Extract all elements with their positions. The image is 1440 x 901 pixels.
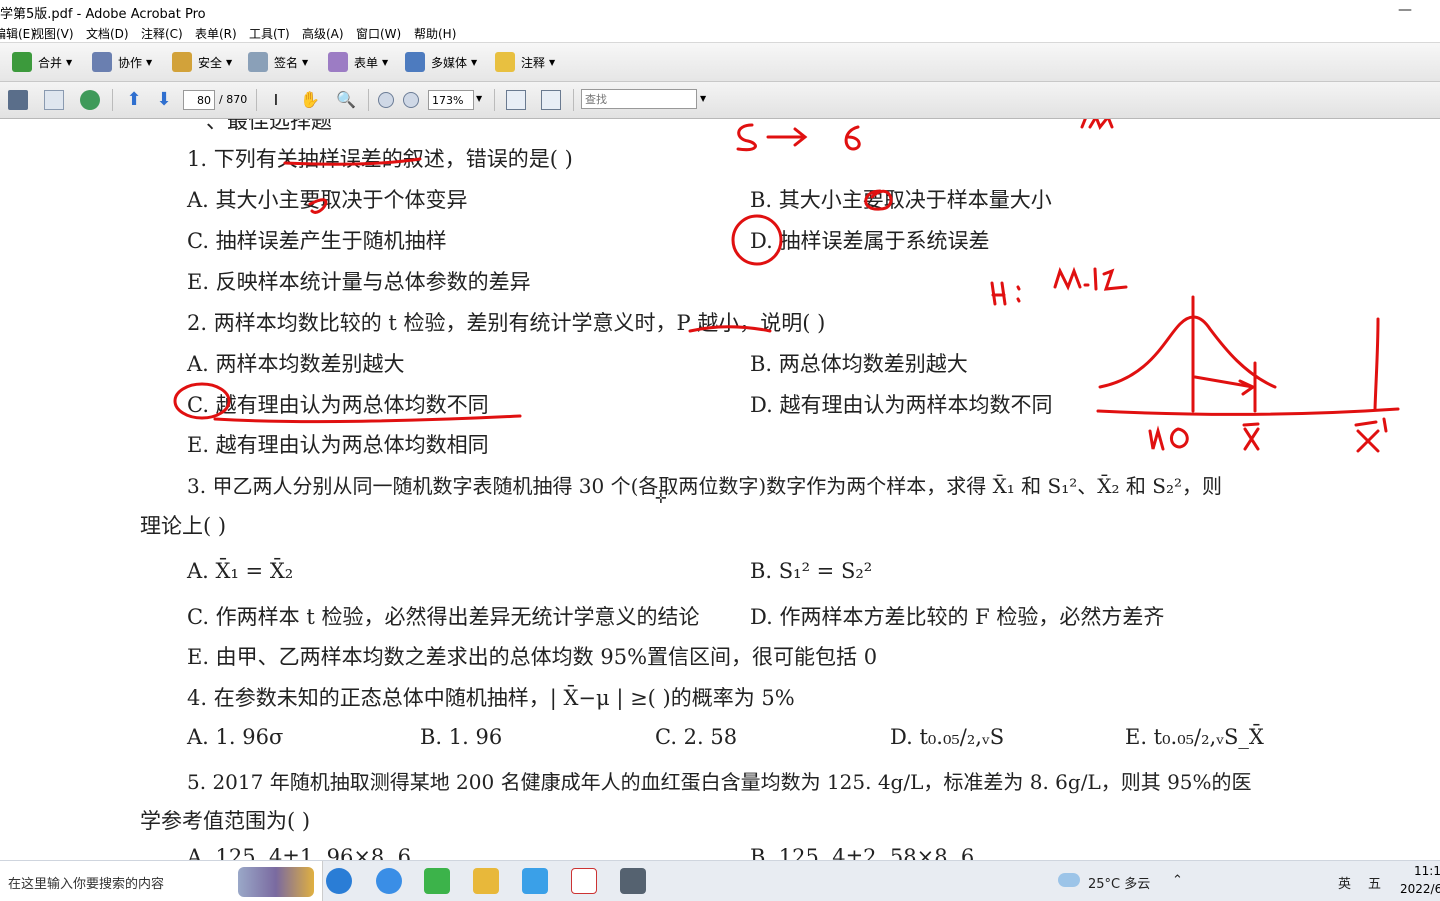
sign-label: 签名	[274, 55, 299, 70]
taskbar-search-box[interactable]: 在这里输入你要搜索的内容	[0, 861, 323, 901]
menu-forms[interactable]: 表单(R)	[195, 25, 237, 42]
ink-underline-q1	[283, 157, 422, 166]
ime-indicator[interactable]: 英	[1338, 873, 1351, 892]
wechat-icon[interactable]	[424, 868, 450, 894]
tray-chevron-icon[interactable]: ⌃	[1172, 873, 1183, 888]
file-explorer-icon[interactable]	[473, 868, 499, 894]
multimedia-label: 多媒体	[431, 55, 468, 70]
menu-tools[interactable]: 工具(T)	[249, 25, 290, 42]
taskbar-search-placeholder: 在这里输入你要搜索的内容	[8, 877, 165, 892]
camera-icon[interactable]	[620, 868, 646, 894]
forms-label: 表单	[354, 55, 379, 70]
ie-icon[interactable]	[376, 868, 402, 894]
ink-circle-2c	[173, 382, 231, 420]
menu-advanced[interactable]: 高级(A)	[302, 25, 344, 42]
title-bar: 学第5版.pdf - Adobe Acrobat Pro —	[0, 0, 1440, 22]
merge-icon	[12, 52, 32, 72]
ink-underline-p	[688, 325, 772, 333]
ink-s-arrow	[736, 123, 757, 152]
select-text-icon[interactable]: I	[266, 90, 286, 110]
zoom-level-input[interactable]	[428, 90, 474, 110]
zoom-in-icon[interactable]	[403, 92, 419, 108]
form-icon	[328, 52, 348, 72]
collaborate-icon	[92, 52, 112, 72]
search-input[interactable]	[581, 89, 697, 109]
film-icon	[405, 52, 425, 72]
page-total: / 870	[219, 93, 248, 106]
collaborate-button[interactable]: 协作 ▼	[92, 51, 152, 73]
comment-button[interactable]: 注释 ▼	[495, 51, 555, 73]
search-dropdown-icon[interactable]: ▼	[700, 94, 706, 103]
collaborate-label: 协作	[118, 55, 143, 70]
edge-icon[interactable]	[326, 868, 352, 894]
zoom-tool-icon[interactable]: 🔍	[336, 90, 356, 110]
hand-tool-icon[interactable]: ✋	[300, 90, 320, 110]
next-page-icon[interactable]: ⬇	[154, 90, 174, 110]
zoom-out-icon[interactable]	[378, 92, 394, 108]
search-highlight-icon	[238, 867, 314, 897]
multimedia-button[interactable]: 多媒体 ▼	[405, 51, 477, 73]
menu-comments[interactable]: 注释(C)	[141, 25, 183, 42]
weather-text[interactable]: 25°C 多云	[1088, 873, 1150, 892]
comment-label: 注释	[521, 55, 546, 70]
ink-circle-1d	[731, 214, 783, 266]
previous-page-icon[interactable]: ⬆	[124, 90, 144, 110]
page-number-input[interactable]	[183, 90, 215, 110]
weather-icon	[1058, 873, 1080, 887]
ink-circle-1a	[308, 198, 328, 214]
ink-normal-curve	[1098, 315, 1277, 389]
navigation-toolbar: ⬆ ⬇ / 870 I ✋ 🔍 ▼ ▼	[0, 82, 1440, 119]
email-icon[interactable]	[44, 90, 64, 110]
zoom-dropdown-icon[interactable]: ▼	[476, 94, 482, 103]
security-label: 安全	[198, 55, 223, 70]
forms-button[interactable]: 表单 ▼	[328, 51, 388, 73]
comment-icon	[495, 52, 515, 72]
clock-time[interactable]: 11:1	[1414, 864, 1440, 878]
fit-page-icon[interactable]	[541, 90, 561, 110]
ime-mode[interactable]: 五	[1368, 873, 1381, 892]
menu-window[interactable]: 窗口(W)	[356, 25, 401, 42]
windows-taskbar: 在这里输入你要搜索的内容 25°C 多云 ⌃ 英 五 11:1 2022/6	[0, 860, 1440, 901]
upload-icon[interactable]	[80, 90, 100, 110]
merge-label: 合并	[38, 55, 63, 70]
menu-bar: 编辑(E) 视图(V) 文档(D) 注释(C) 表单(R) 工具(T) 高级(A…	[0, 22, 1440, 43]
fit-width-icon[interactable]	[506, 90, 526, 110]
menu-document[interactable]: 文档(D)	[86, 25, 129, 42]
pdf-page: 、最佳选择题 1. 下列有关抽样误差的叙述，错误的是( ) A. 其大小主要取决…	[0, 119, 1440, 860]
acrobat-icon[interactable]	[571, 868, 597, 894]
menu-view[interactable]: 视图(V)	[32, 25, 74, 42]
menu-help[interactable]: 帮助(H)	[414, 25, 456, 42]
cursor-icon: ✛	[655, 491, 667, 507]
sign-button[interactable]: 签名 ▼	[248, 51, 308, 73]
pen-icon	[248, 52, 268, 72]
handwritten-annotations	[173, 119, 1400, 453]
ink-underline-2c	[213, 414, 522, 424]
minimize-icon[interactable]: —	[1398, 2, 1412, 18]
app-icon[interactable]	[522, 868, 548, 894]
window-title: 学第5版.pdf - Adobe Acrobat Pro	[0, 7, 206, 22]
lock-icon	[172, 52, 192, 72]
task-toolbar: 合并 ▼ 协作 ▼ 安全 ▼ 签名 ▼ 表单 ▼ 多媒体 ▼ 注释 ▼	[0, 43, 1440, 82]
clock-date[interactable]: 2022/6	[1400, 882, 1440, 896]
save-icon[interactable]	[8, 90, 28, 110]
merge-button[interactable]: 合并 ▼	[12, 51, 72, 73]
security-button[interactable]: 安全 ▼	[172, 51, 232, 73]
menu-edit[interactable]: 编辑(E)	[0, 25, 35, 42]
